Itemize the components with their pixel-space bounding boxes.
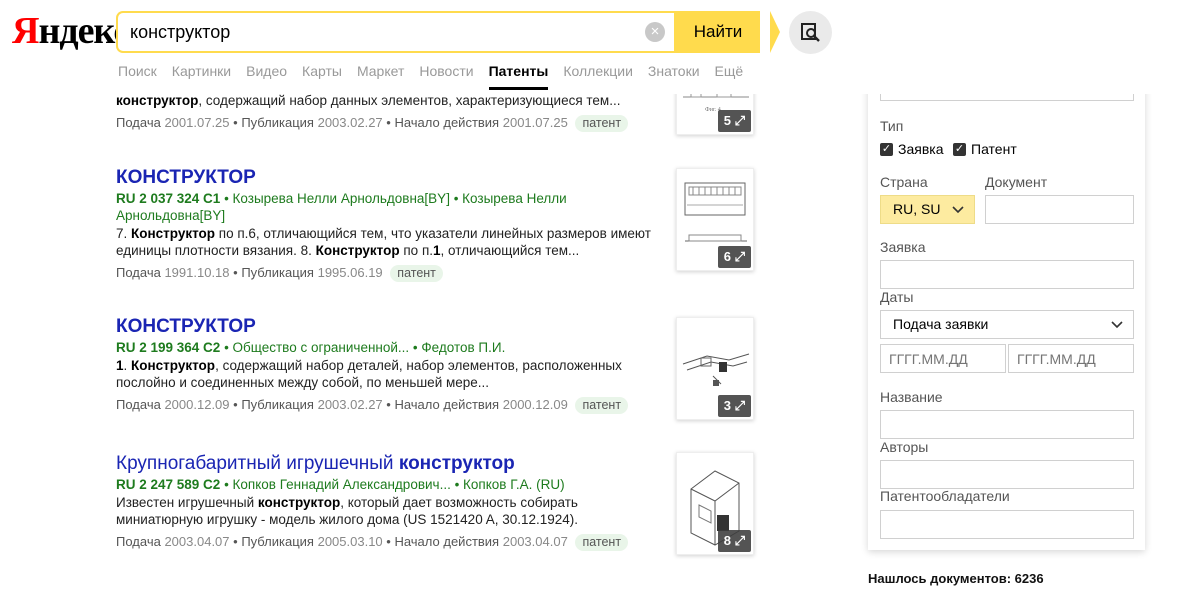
patent-badge: патент (390, 265, 443, 282)
patent-badge: патент (575, 534, 629, 551)
patent-number[interactable]: RU 2 037 324 C1 (116, 191, 220, 206)
tab-0[interactable]: Поиск (118, 60, 157, 90)
search-input[interactable] (130, 13, 630, 51)
result-item: КОНСТРУКТОР RU 2 037 324 C1 • Козырева Н… (116, 166, 766, 284)
result-meta: RU 2 199 364 C2 • Общество с ограниченно… (116, 340, 506, 355)
tab-1[interactable]: Картинки (172, 60, 231, 90)
search-box: × (116, 11, 676, 53)
country-label: Страна (880, 174, 928, 190)
holders-field[interactable] (880, 510, 1134, 539)
result-dates: Подача 2000.12.09 • Публикация 2003.02.2… (116, 394, 766, 416)
image-search-button[interactable] (789, 11, 832, 54)
header: Яндекс × Найти Поиск Картинки Видео Карты Ма… (0, 0, 1200, 94)
result-meta: RU 2 247 589 C2 • Копков Геннадий Алекса… (116, 477, 565, 492)
authors-label: Авторы (880, 439, 929, 455)
name-label: Название (880, 389, 943, 405)
type-label: Тип (880, 118, 904, 134)
result-snippet: конструктор, содержащий набор данных эле… (116, 93, 621, 108)
clear-search-icon[interactable]: × (645, 22, 665, 42)
tab-5[interactable]: Новости (419, 60, 473, 90)
patent-drawing-thumbnail[interactable]: 8 ⤢ (676, 452, 754, 555)
document-field[interactable] (985, 195, 1134, 224)
images-count-badge: 8 ⤢ (717, 530, 751, 552)
tab-2[interactable]: Видео (246, 60, 287, 90)
result-dates: Подача 2003.04.07 • Публикация 2005.03.1… (116, 531, 766, 553)
name-field[interactable] (880, 410, 1134, 439)
checkmark-icon: ✓ (953, 142, 966, 156)
country-select[interactable]: RU, SU (880, 195, 975, 224)
filter-panel: Тип ✓ Заявка ✓ Патент Страна Документ RU… (868, 60, 1145, 550)
patent-badge: патент (575, 115, 629, 132)
result-title[interactable]: Крупногабаритный игрушечный конструктор (116, 452, 766, 476)
expand-icon: ⤢ (734, 113, 745, 128)
holders-label: Патентообладатели (880, 488, 1010, 504)
result-title[interactable]: КОНСТРУКТОР (116, 315, 766, 339)
application-checkbox[interactable]: ✓ Заявка (880, 141, 943, 157)
result-snippet: Известен игрушечный конструктор, который… (116, 495, 579, 527)
tab-6[interactable]: Патенты (488, 60, 549, 90)
chevron-down-icon (952, 206, 964, 214)
expand-icon: ⤢ (734, 533, 745, 548)
search-tabs: Поиск Картинки Видео Карты Маркет Новости Пате… (118, 60, 743, 90)
patent-number[interactable]: RU 2 199 364 C2 (116, 340, 220, 355)
result-snippet: 1. Конструктор, содержащий набор деталей… (116, 358, 622, 390)
tab-8[interactable]: Знатоки (648, 60, 700, 90)
images-count-badge: 5 ⤢ (717, 110, 751, 132)
result-snippet: 7. Конструктор по п.6, отличающийся тем,… (116, 226, 651, 258)
image-search-icon (801, 23, 820, 42)
authors-field[interactable] (880, 460, 1134, 489)
tab-9[interactable]: Ещё (715, 60, 744, 90)
result-dates: Подача 2001.07.25 • Публикация 2003.02.2… (116, 112, 766, 134)
patent-drawing-thumbnail[interactable]: 6 ⤢ (676, 168, 754, 271)
search-button[interactable]: Найти (674, 11, 780, 53)
chevron-down-icon (1111, 321, 1123, 329)
application-label: Заявка (880, 239, 926, 255)
tab-4[interactable]: Маркет (357, 60, 404, 90)
tab-3[interactable]: Карты (302, 60, 342, 90)
result-item: КОНСТРУКТОР RU 2 199 364 C2 • Общество с… (116, 315, 766, 416)
result-item: Крупногабаритный игрушечный конструктор … (116, 452, 766, 553)
yandex-logo[interactable]: Яндекс (12, 11, 130, 51)
expand-icon: ⤢ (734, 398, 745, 413)
patent-drawing-thumbnail[interactable]: 3 ⤢ (676, 317, 754, 420)
checkmark-icon: ✓ (880, 142, 893, 156)
document-label: Документ (985, 174, 1048, 190)
tab-7[interactable]: Коллекции (563, 60, 633, 90)
result-dates: Подача 1991.10.18 • Публикация 1995.06.1… (116, 262, 766, 284)
result-item: конструктор, содержащий набор данных эле… (116, 91, 766, 134)
images-count-badge: 6 ⤢ (717, 246, 751, 268)
result-title[interactable]: КОНСТРУКТОР (116, 166, 766, 190)
date-to-input[interactable] (1008, 344, 1134, 373)
patent-badge: патент (575, 397, 629, 414)
date-from-input[interactable] (880, 344, 1006, 373)
application-field[interactable] (880, 260, 1134, 289)
patent-number[interactable]: RU 2 247 589 C2 (116, 477, 220, 492)
dates-label: Даты (880, 289, 914, 305)
images-count-badge: 3 ⤢ (717, 395, 751, 417)
patent-checkbox[interactable]: ✓ Патент (953, 141, 1017, 157)
documents-found-count: Нашлось документов: 6236 (868, 571, 1044, 586)
result-meta: RU 2 037 324 C1 • Козырева Нелли Арнольд… (116, 191, 567, 223)
dates-type-select[interactable]: Подача заявки (880, 310, 1134, 339)
expand-icon: ⤢ (734, 249, 745, 264)
